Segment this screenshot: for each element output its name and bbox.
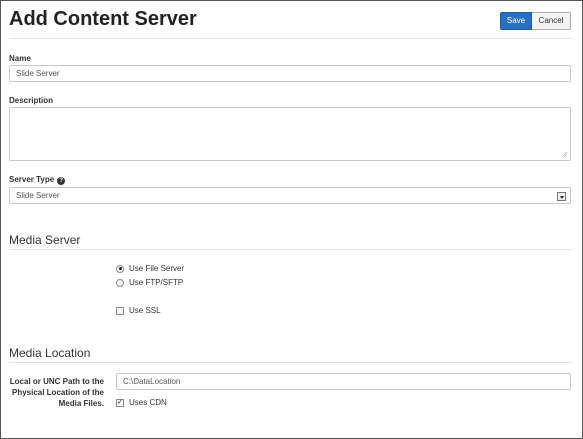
media-server-heading: Media Server	[9, 233, 81, 247]
path-label-line1: Local or UNC Path to the	[9, 377, 104, 386]
use-ssl-checkbox[interactable]: Use SSL	[116, 306, 161, 315]
media-server-divider	[9, 249, 572, 250]
radio-unchecked-icon[interactable]	[116, 278, 124, 287]
cancel-button[interactable]: Cancel	[532, 12, 571, 30]
chevron-down-icon[interactable]	[557, 192, 566, 201]
header-divider	[9, 38, 572, 39]
server-type-select[interactable]: Slide Server	[9, 187, 571, 204]
name-field-value: Slide Server	[16, 69, 60, 78]
path-field[interactable]: C:\DataLocation	[116, 373, 571, 390]
checkbox-unchecked-icon[interactable]	[116, 306, 124, 315]
save-button[interactable]: Save	[500, 12, 532, 30]
server-type-selected-value: Slide Server	[16, 191, 60, 200]
use-file-server-label: Use File Server	[129, 264, 185, 273]
path-label: Local or UNC Path to the Physical Locati…	[4, 376, 104, 409]
page-title: Add Content Server	[9, 8, 197, 30]
question-circle-icon[interactable]: ?	[57, 177, 66, 185]
server-type-label: Server Type?	[9, 175, 66, 185]
media-location-heading: Media Location	[9, 346, 91, 360]
checkmark-icon[interactable]: ✓	[116, 398, 124, 407]
name-field[interactable]: Slide Server	[9, 65, 571, 82]
server-type-label-text: Server Type	[9, 175, 55, 184]
name-label: Name	[9, 54, 31, 63]
radio-checked-icon[interactable]	[116, 264, 124, 273]
use-file-server-radio[interactable]: Use File Server	[116, 264, 184, 273]
description-label: Description	[9, 96, 54, 105]
description-field[interactable]	[9, 107, 571, 161]
use-ftp-sftp-label: Use FTP/SFTP	[129, 278, 184, 287]
header-actions: Save Cancel	[500, 12, 571, 30]
uses-cdn-checkbox[interactable]: ✓ Uses CDN	[116, 398, 167, 407]
use-ftp-sftp-radio[interactable]: Use FTP/SFTP	[116, 278, 183, 287]
path-field-value: C:\DataLocation	[123, 377, 181, 386]
uses-cdn-label: Uses CDN	[129, 398, 167, 407]
path-label-line3: Media Files.	[58, 399, 104, 408]
resize-grip-icon[interactable]	[561, 151, 568, 158]
media-location-divider	[9, 362, 572, 363]
use-ssl-label: Use SSL	[129, 306, 161, 315]
path-label-line2: Physical Location of the	[11, 388, 104, 397]
